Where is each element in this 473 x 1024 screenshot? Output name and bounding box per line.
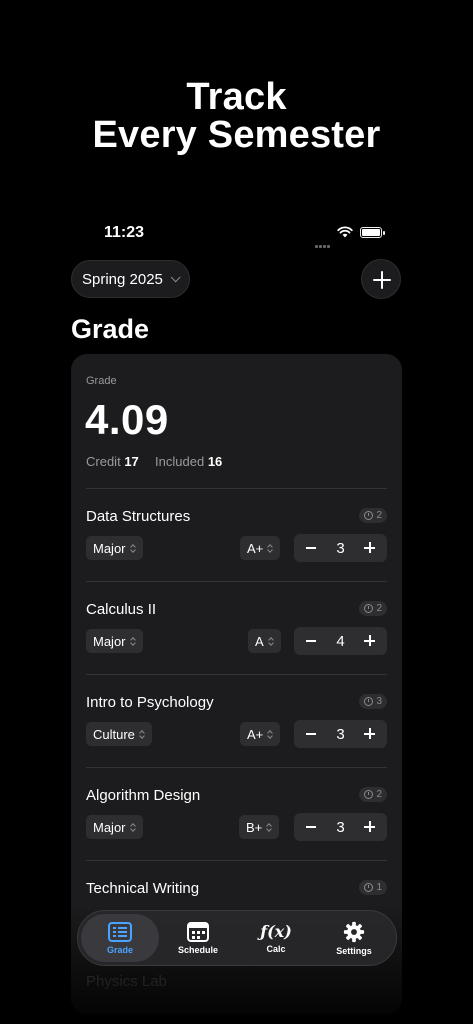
history-badge[interactable]: 1 [359, 880, 387, 895]
chevron-updown-icon [268, 730, 273, 739]
course-type-select[interactable]: Major [86, 536, 143, 560]
clock-icon [364, 697, 374, 706]
gear-icon [343, 921, 365, 942]
credit-stepper[interactable]: 3 [294, 720, 387, 748]
promo-line-1: Track [186, 76, 287, 118]
grade-select[interactable]: A+ [240, 536, 281, 560]
wifi-icon [337, 226, 353, 238]
chevron-updown-icon [140, 730, 145, 739]
summary-label: Grade [86, 375, 117, 387]
status-bar: 11:23 [0, 224, 473, 248]
promo-line-2: Every Semester [92, 114, 381, 156]
grade-value: A+ [247, 540, 264, 556]
list-item[interactable]: Calculus II 2 Major A 4 [71, 581, 402, 674]
plus-icon[interactable] [364, 728, 375, 739]
list-item[interactable]: Data Structures 2 Major A+ 3 [71, 488, 402, 581]
list-item[interactable]: Algorithm Design 2 Major B+ 3 [71, 767, 402, 860]
history-count: 2 [376, 603, 382, 614]
tab-settings[interactable]: Settings [315, 914, 393, 962]
clock-icon [364, 604, 374, 613]
course-type-value: Major [93, 540, 126, 556]
course-type-select[interactable]: Major [86, 815, 143, 839]
list-item[interactable]: Intro to Psychology 3 Culture A+ 3 [71, 674, 402, 767]
add-course-button[interactable] [361, 259, 401, 299]
credit-stepper[interactable]: 3 [294, 534, 387, 562]
grade-select[interactable]: A+ [240, 722, 281, 746]
semester-picker[interactable]: Spring 2025 [71, 260, 190, 298]
course-type-select[interactable]: Culture [86, 722, 152, 746]
plus-icon[interactable] [364, 542, 375, 553]
clock-icon [364, 790, 374, 799]
course-name: Calculus II [86, 601, 157, 618]
chevron-down-icon [170, 271, 181, 282]
history-badge[interactable]: 2 [359, 601, 387, 616]
chevron-updown-icon [269, 637, 274, 646]
tab-label: Grade [106, 944, 133, 955]
included-label: Included [155, 454, 205, 469]
history-badge[interactable]: 3 [359, 694, 387, 709]
history-badge[interactable]: 2 [359, 508, 387, 523]
history-count: 3 [376, 696, 382, 707]
calendar-icon [187, 921, 209, 942]
grade-value: B+ [246, 819, 263, 835]
semester-label: Spring 2025 [82, 270, 163, 288]
history-count: 2 [376, 510, 382, 521]
tab-bar: Grade Schedule ƒ(x) Calc Settings [77, 910, 397, 966]
grade-select[interactable]: B+ [239, 815, 280, 839]
chevron-updown-icon [131, 823, 136, 832]
course-name: Algorithm Design [86, 787, 201, 804]
course-name: Intro to Psychology [86, 694, 214, 711]
credit-stepper[interactable]: 4 [294, 627, 387, 655]
credit-stepper[interactable]: 3 [294, 813, 387, 841]
credit-value: 17 [124, 454, 139, 469]
included-value: 16 [207, 454, 223, 469]
clock-icon [364, 883, 374, 892]
function-icon: ƒ(x) [260, 921, 292, 941]
tab-calc[interactable]: ƒ(x) Calc [237, 914, 315, 962]
gpa-value: 4.09 [85, 396, 169, 443]
plus-icon[interactable] [364, 821, 375, 832]
promo-headline: Track Every Semester [0, 78, 473, 154]
tab-label: Schedule [177, 944, 218, 955]
history-badge[interactable]: 2 [359, 787, 387, 802]
tab-grade[interactable]: Grade [81, 914, 159, 962]
course-type-value: Major [93, 819, 126, 835]
course-type-select[interactable]: Major [86, 629, 143, 653]
tab-label: Settings [336, 945, 372, 956]
credit-label: Credit [86, 454, 121, 469]
history-count: 2 [376, 789, 382, 800]
course-name: Data Structures [86, 508, 191, 525]
history-count: 1 [376, 882, 382, 893]
course-name: Physics Lab [86, 973, 167, 990]
chevron-updown-icon [267, 823, 272, 832]
course-type-value: Major [93, 633, 126, 649]
list-icon [108, 921, 132, 942]
tab-schedule[interactable]: Schedule [159, 914, 237, 962]
chevron-updown-icon [131, 637, 136, 646]
course-type-value: Culture [93, 726, 135, 742]
chevron-updown-icon [131, 544, 136, 553]
grade-value: A [255, 633, 264, 649]
cellular-signal-icon [315, 235, 333, 248]
clock-icon [364, 511, 374, 520]
summary-meta: Credit 17 Included 16 [86, 454, 222, 469]
course-name: Technical Writing [86, 880, 200, 897]
status-time: 11:23 [104, 224, 145, 241]
grade-select[interactable]: A [248, 629, 281, 653]
tab-label: Calc [266, 943, 286, 954]
battery-icon [360, 227, 385, 238]
page-title: Grade [71, 314, 150, 344]
plus-icon[interactable] [364, 635, 375, 646]
grade-value: A+ [247, 726, 264, 742]
chevron-updown-icon [268, 544, 273, 553]
